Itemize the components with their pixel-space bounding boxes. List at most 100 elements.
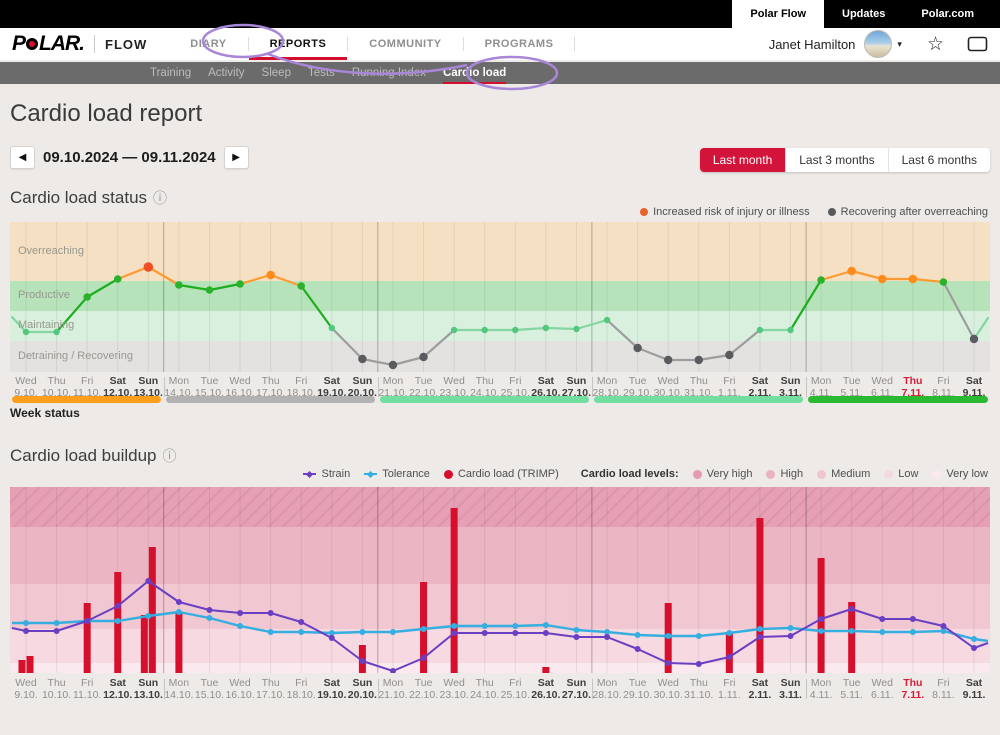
week-status-segment-maintaining-week [380,396,589,403]
topbar: Polar FlowUpdatesPolar.com [0,0,1000,28]
date-navigator: ◀ 09.10.2024 — 09.11.2024 ▶ [10,146,249,169]
week-status-segment-recovering-week [166,396,375,403]
cardio-load-status-chart: Overreaching Productive Maintaining Detrain… [10,222,990,372]
legend-label: Tolerance [382,468,430,480]
legend-level-high: High [766,468,803,480]
user-name[interactable]: Janet Hamilton [769,37,856,52]
flow-label: FLOW [105,37,147,52]
legend-dot-icon [640,208,648,216]
buildup-section-title: Cardio load buildup ⓘ [10,446,177,466]
week-status-label: Week status [10,406,80,420]
legend-label: Very low [946,468,988,480]
info-icon[interactable]: ⓘ [153,190,167,206]
prev-period-button[interactable]: ◀ [10,146,35,169]
week-divider [592,377,593,397]
legend-dot-icon [932,470,941,479]
legend-item-tolerance: Tolerance [364,468,430,480]
legend-label: Low [898,468,918,480]
topbar-tabs: Polar FlowUpdatesPolar.com [732,0,992,28]
avatar[interactable] [864,30,892,58]
reports-subnav: Training Activity Sleep Tests Running Index C… [0,62,1000,84]
favorites-star-icon[interactable]: ☆ [927,33,944,56]
nav-item-community[interactable]: COMMUNITY [348,28,462,60]
info-icon[interactable]: ⓘ [163,448,177,464]
week-divider [806,679,807,699]
topbar-tab-polar-com[interactable]: Polar.com [903,0,992,28]
legend-dot-icon [884,470,893,479]
nav-item-reports[interactable]: REPORTS [249,28,348,60]
zone-label-detraining-recovering: Detraining / Recovering [18,350,133,362]
legend-label: Very high [707,468,753,480]
legend-level-very-high: Very high [693,468,753,480]
logo-divider [94,35,95,53]
date-range-label: 09.10.2024 — 09.11.2024 [43,149,216,166]
legend-dot-icon [817,470,826,479]
week-divider [378,377,379,397]
zone-label-productive: Productive [18,289,70,301]
nav-item-programs[interactable]: PROGRAMS [464,28,575,60]
axis-label-sat-9-11: Sat9.11. [954,677,994,701]
range-buttons: Last monthLast 3 monthsLast 6 months [700,148,990,172]
week-divider [806,377,807,397]
legend-label: Recovering after overreaching [841,206,988,218]
legend-level-very-low: Very low [932,468,988,480]
week-divider [592,679,593,699]
nav-divider [574,37,575,51]
subnav-item-tests[interactable]: Tests [308,62,335,84]
buildup-title-text: Cardio load buildup [10,446,157,465]
legend-level-low: Low [884,468,918,480]
legend-label: Cardio load (TRIMP) [458,468,559,480]
range-button-last-month[interactable]: Last month [700,148,785,172]
week-status-segment-maintaining-week [594,396,803,403]
legend-dot-icon [444,470,453,479]
logo-o-red-dot [26,38,38,50]
legend-item-cardio-load-trimp: Cardio load (TRIMP) [444,468,559,480]
diamond-line-marker-icon [303,470,316,478]
status-legend: Increased risk of injury or illness Recov… [640,206,988,218]
cardio-load-buildup-chart [10,487,990,673]
cardio-load-levels-label: Cardio load levels: [581,468,679,480]
legend-dot-icon [828,208,836,216]
status-title-text: Cardio load status [10,188,147,207]
zone-label-maintaining: Maintaining [18,319,74,331]
next-period-button[interactable]: ▶ [224,146,249,169]
polar-logo[interactable]: PLAR. [12,32,84,56]
buildup-x-axis: Wed9.10.Thu10.10.Fri11.10.Sat12.10.Sun13… [0,677,1000,703]
subnav-item-training[interactable]: Training [150,62,191,84]
week-divider [164,679,165,699]
subnav-item-cardio-load[interactable]: Cardio load [443,62,506,84]
legend-dot-icon [693,470,702,479]
legend-label: High [780,468,803,480]
subnav-item-activity[interactable]: Activity [208,62,244,84]
user-menu[interactable]: Janet Hamilton ▾ ☆ [769,28,988,60]
legend-item-increased-risk-of-injury-or-illness: Increased risk of injury or illness [640,206,810,218]
buildup-legend: Strain Tolerance Cardio load (TRIMP) Cardio… [303,468,988,480]
week-status-bar [0,396,1000,404]
page-title: Cardio load report [10,100,202,128]
range-button-last-3-months[interactable]: Last 3 months [785,148,887,172]
legend-label: Medium [831,468,870,480]
topbar-tab-polar-flow[interactable]: Polar Flow [732,0,824,28]
zone-label-overreaching: Overreaching [18,245,84,257]
topbar-tab-updates[interactable]: Updates [824,0,903,28]
legend-label: Strain [321,468,350,480]
nav-items: DIARYREPORTSCOMMUNITYPROGRAMS [169,28,575,60]
range-button-last-6-months[interactable]: Last 6 months [888,148,990,172]
week-status-segment-productive-week [808,396,988,403]
legend-dot-icon [766,470,775,479]
status-section-title: Cardio load status ⓘ [10,188,167,208]
subnav-item-sleep[interactable]: Sleep [262,62,291,84]
nav-item-diary[interactable]: DIARY [169,28,247,60]
week-status-segment-overreaching-week [12,396,161,403]
legend-item-strain: Strain [303,468,350,480]
polar-flow-app: Polar FlowUpdatesPolar.com PLAR. FLOW DI… [0,0,1000,735]
subnav-item-running-index[interactable]: Running Index [352,62,426,84]
legend-item-recovering-after-overreaching: Recovering after overreaching [828,206,988,218]
diamond-line-marker-icon [364,470,377,478]
week-divider [164,377,165,397]
legend-level-medium: Medium [817,468,870,480]
feedback-bubble-icon[interactable] [967,36,988,52]
legend-label: Increased risk of injury or illness [653,206,810,218]
week-divider [378,679,379,699]
chevron-down-icon[interactable]: ▾ [897,39,902,50]
